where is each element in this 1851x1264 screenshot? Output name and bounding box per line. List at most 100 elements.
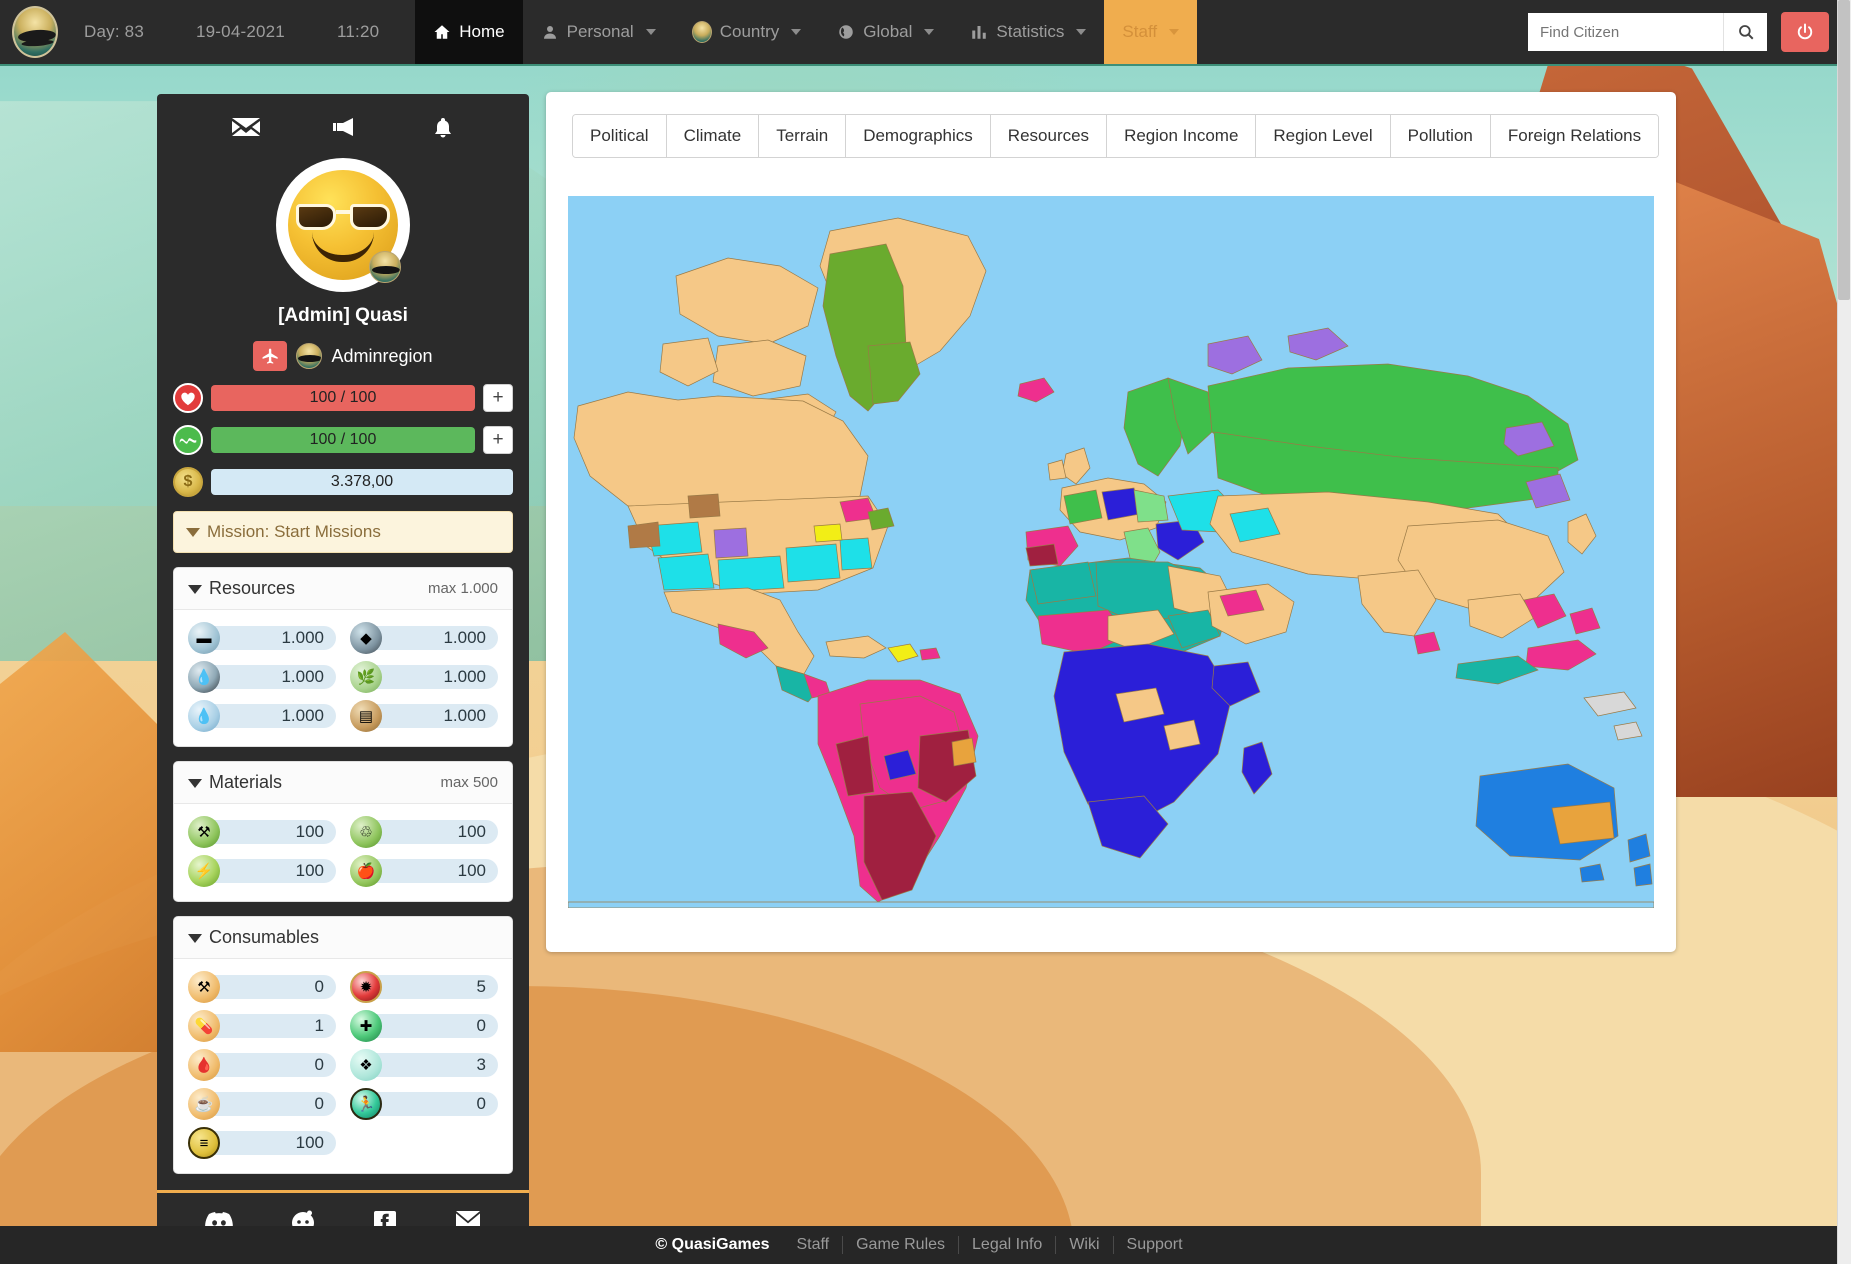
coal-icon: ◆ [350,622,382,654]
tab-region-income[interactable]: Region Income [1107,115,1257,157]
search-input[interactable] [1528,13,1723,51]
resource-item[interactable]: 💧 1.000 [188,700,336,732]
player-region[interactable]: Adminregion [173,341,513,371]
health-plus-button[interactable]: + [483,384,513,412]
footer-link-staff[interactable]: Staff [783,1236,842,1254]
resources-panel: Resources max 1.000 ▬ 1.000 ◆ 1.000 💧 1.… [173,567,513,747]
energy-bar-icon: ⚡ [188,855,220,887]
nav-label-statistics: Statistics [996,22,1065,41]
materials-grid: ⚒ 100 ♲ 100 ⚡ 100 🍎 100 [188,816,498,887]
consumable-item[interactable]: ☕ 0 [188,1088,336,1120]
resources-header[interactable]: Resources max 1.000 [174,568,512,610]
material-item[interactable]: ⚡ 100 [188,855,336,887]
tab-pollution[interactable]: Pollution [1390,115,1491,157]
resource-item[interactable]: 💧 1.000 [188,661,336,693]
resources-title: Resources [188,578,295,599]
megaphone-icon[interactable] [332,116,360,145]
resource-item[interactable]: 🌿 1.000 [350,661,498,693]
consumables-header[interactable]: Consumables [174,917,512,959]
mail-icon[interactable] [231,116,261,145]
search-icon [1738,25,1753,40]
energy-plus-button[interactable]: + [483,426,513,454]
chevron-down-icon [791,29,802,35]
airplane-icon[interactable] [253,341,288,371]
tab-political[interactable]: Political [573,115,667,157]
wood-icon: ▤ [350,700,382,732]
resource-item[interactable]: ▬ 1.000 [188,622,336,654]
consumables-panel: Consumables ⚒ 0 ✹ 5 💊 1 ✚ 0 🩸 0 ❖ 3 ☕ 0 … [173,916,513,1174]
nav-item-country[interactable]: Country [674,0,820,64]
tab-demographics[interactable]: Demographics [846,115,991,157]
consumable-item[interactable]: 🏃 0 [350,1088,498,1120]
footer-link-legal-info[interactable]: Legal Info [958,1236,1055,1254]
scrollbar-thumb[interactable] [1838,0,1850,300]
consumable-item[interactable]: ✹ 5 [350,971,498,1003]
tab-climate[interactable]: Climate [666,115,760,157]
tab-resources[interactable]: Resources [990,115,1108,157]
material-value: 100 [368,820,498,844]
avatar-country-flag-icon [369,251,401,283]
triangle-down-icon [186,528,200,537]
nav-item-personal[interactable]: Personal [523,0,674,64]
consumable-item[interactable]: ✚ 0 [350,1010,498,1042]
chevron-down-icon [924,29,935,35]
nav-item-staff[interactable]: Staff [1104,0,1198,64]
nav-menu: Home Personal Country Global Statistics … [415,0,1198,64]
nav-label-home: Home [459,22,505,41]
resource-value: 1.000 [206,626,336,650]
resources-max: max 1.000 [427,580,498,597]
avatar [279,161,407,289]
logout-button[interactable] [1781,12,1829,52]
materials-body: ⚒ 100 ♲ 100 ⚡ 100 🍎 100 [174,804,512,901]
resource-item[interactable]: ◆ 1.000 [350,622,498,654]
chevron-down-icon [645,29,656,35]
bell-icon[interactable] [431,116,455,145]
consumable-value: 0 [206,1092,336,1116]
material-item[interactable]: 🍎 100 [350,855,498,887]
material-item[interactable]: ⚒ 100 [188,816,336,848]
plant-icon: 🌿 [350,661,382,693]
triangle-down-icon [188,585,202,594]
consumable-item[interactable]: ❖ 3 [350,1049,498,1081]
day-counter: Day: 83 [84,22,144,41]
coffee-icon: ☕ [188,1088,220,1120]
player-name: [Admin] Quasi [278,305,408,326]
consumable-item[interactable]: 💊 1 [188,1010,336,1042]
materials-header[interactable]: Materials max 500 [174,762,512,804]
footer-brand: © QuasiGames [655,1236,770,1253]
game-clock: Day: 83 19-04-2021 11:20 [70,0,415,64]
tools-icon: ⚒ [188,971,220,1003]
footer-link-support[interactable]: Support [1112,1236,1196,1254]
sunglasses-icon [296,204,390,230]
site-logo[interactable] [0,0,70,64]
tab-region-level[interactable]: Region Level [1256,115,1391,157]
money-row: $ 3.378,00 [173,467,513,497]
map-tabbar: Political Climate Terrain Demographics R… [572,114,1660,158]
oil-icon: 💧 [188,661,220,693]
material-item[interactable]: ♲ 100 [350,816,498,848]
world-map-svg [568,196,1654,908]
avatar-container[interactable] [173,161,513,289]
world-political-map[interactable] [568,196,1654,908]
materials-panel: Materials max 500 ⚒ 100 ♲ 100 ⚡ 100 🍎 10… [173,761,513,902]
resource-item[interactable]: ▤ 1.000 [350,700,498,732]
consumables-grid: ⚒ 0 ✹ 5 💊 1 ✚ 0 🩸 0 ❖ 3 ☕ 0 🏃 0 ≡ 100 [188,971,498,1159]
consumable-item[interactable]: ≡ 100 [188,1127,336,1159]
page-scrollbar[interactable] [1837,0,1851,1264]
nav-item-statistics[interactable]: Statistics [952,0,1104,64]
tab-foreign-relations[interactable]: Foreign Relations [1490,115,1659,157]
search-button[interactable] [1723,13,1767,51]
steel-icon: ⚒ [188,816,220,848]
region-name: Adminregion [331,345,433,366]
mission-banner[interactable]: Mission: Start Missions [173,511,513,553]
consumable-item[interactable]: ⚒ 0 [188,971,336,1003]
footer-link-game-rules[interactable]: Game Rules [842,1236,958,1254]
nav-item-global[interactable]: Global [819,0,952,64]
mission-label: Mission: Start Missions [207,522,381,541]
tab-terrain[interactable]: Terrain [759,115,847,157]
nav-item-home[interactable]: Home [415,0,523,64]
footer-link-wiki[interactable]: Wiki [1055,1236,1112,1254]
citizen-search [1528,13,1767,51]
consumable-item[interactable]: 🩸 0 [188,1049,336,1081]
